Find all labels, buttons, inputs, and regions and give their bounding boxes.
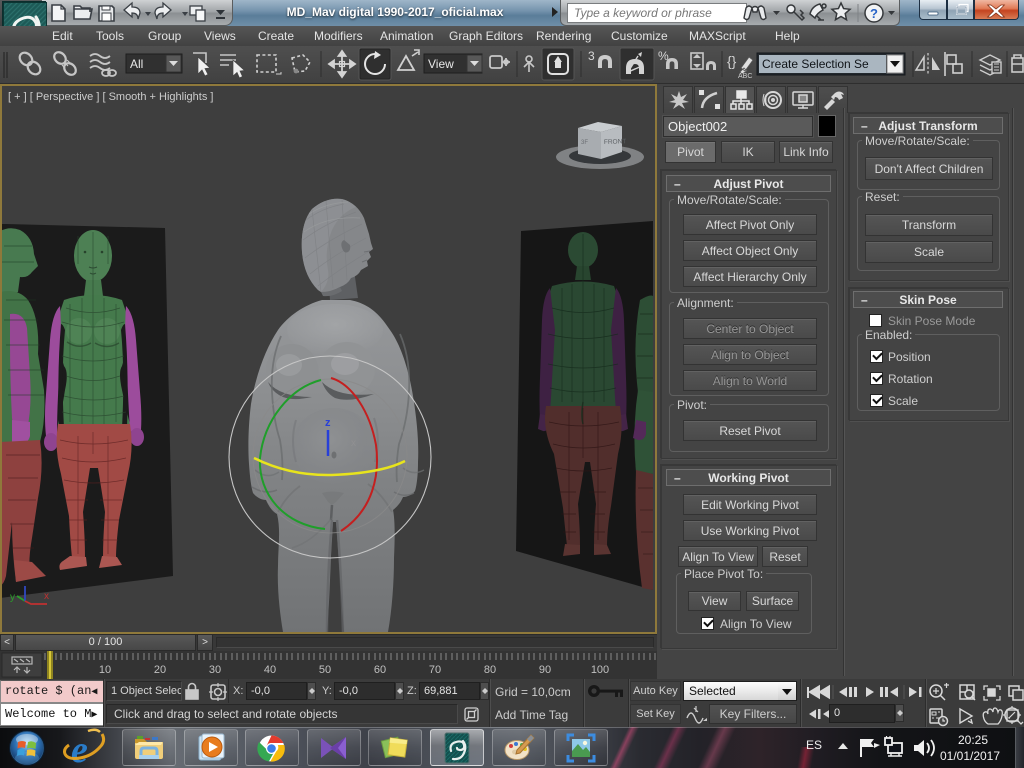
svg-text:z: z <box>325 417 331 429</box>
svg-text:70: 70 <box>429 664 441 676</box>
svg-text:{}: {} <box>727 53 737 69</box>
svg-text:50: 50 <box>319 664 331 676</box>
svg-text:x: x <box>351 438 356 449</box>
svg-text:60: 60 <box>374 664 386 676</box>
svg-text:3F: 3F <box>581 140 588 146</box>
svg-text:[ + ] [ Perspective ] [ Smooth: [ + ] [ Perspective ] [ Smooth + Highlig… <box>8 91 213 103</box>
svg-text:e: e <box>71 729 88 768</box>
svg-text:FRONT: FRONT <box>604 138 627 146</box>
svg-text:40: 40 <box>264 664 276 676</box>
svg-text:80: 80 <box>484 664 496 676</box>
svg-text:100: 100 <box>591 664 609 676</box>
svg-text:ABC: ABC <box>738 73 752 80</box>
svg-text:3: 3 <box>588 49 595 63</box>
svg-text:Create Selection Se: Create Selection Se <box>762 57 869 71</box>
svg-text:y: y <box>10 592 15 603</box>
svg-text:All: All <box>130 57 143 71</box>
svg-text:30: 30 <box>209 664 221 676</box>
svg-text:x: x <box>44 591 49 602</box>
svg-text:View: View <box>428 57 454 71</box>
svg-text:20: 20 <box>154 664 166 676</box>
svg-text:10: 10 <box>99 664 111 676</box>
svg-text:90: 90 <box>539 664 551 676</box>
svg-text:?: ? <box>870 6 878 21</box>
